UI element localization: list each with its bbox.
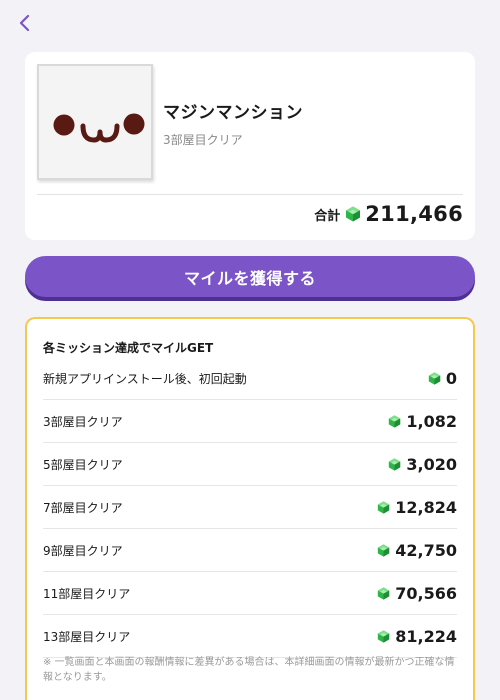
chevron-left-icon (19, 14, 30, 32)
mission-reward: 70,566 (395, 583, 457, 603)
mission-row: 5部屋目クリア 3,020 (43, 443, 457, 486)
total-value: 211,466 (365, 202, 463, 226)
mission-reward: 0 (445, 368, 457, 388)
kaomoji-face-icon (53, 113, 145, 143)
mission-reward: 3,020 (406, 454, 457, 474)
game-thumbnail (37, 64, 153, 180)
mission-reward: 81,224 (395, 626, 457, 646)
mission-row: 3部屋目クリア 1,082 (43, 400, 457, 443)
mission-heading: 各ミッション達成でマイルGET (43, 341, 214, 355)
mission-row: 11部屋目クリア 70,566 (43, 572, 457, 615)
total-miles: 合計 211,466 (314, 202, 463, 226)
disclaimer-note: ※ 一覧画面と本画面の報酬情報に差異がある場合は、本詳細画面の情報が最新かつ正確… (43, 657, 455, 683)
game-subtitle: 3部屋目クリア (163, 133, 243, 147)
mission-row: 13部屋目クリア 81,224 (43, 615, 457, 658)
mission-reward: 42,750 (395, 540, 457, 560)
green-gem-icon (428, 372, 441, 385)
total-label: 合計 (314, 208, 341, 224)
mission-label: 5部屋目クリア (43, 457, 123, 472)
mission-reward: 12,824 (395, 497, 457, 517)
game-title: マジンマンション (163, 103, 303, 123)
earn-miles-button[interactable]: マイルを獲得する (25, 256, 475, 297)
mission-reward: 1,082 (406, 411, 457, 431)
mission-label: 11部屋目クリア (43, 586, 131, 601)
mission-row: 新規アプリインストール後、初回起動 0 (43, 357, 457, 400)
green-gem-icon (345, 206, 361, 222)
back-button[interactable] (14, 12, 36, 34)
green-gem-icon (377, 587, 390, 600)
mission-row: 9部屋目クリア 42,750 (43, 529, 457, 572)
mission-list: 各ミッション達成でマイルGET 新規アプリインストール後、初回起動 0 3部屋目… (25, 317, 475, 700)
mission-label: 新規アプリインストール後、初回起動 (43, 371, 247, 386)
mission-label: 7部屋目クリア (43, 500, 123, 515)
mission-label: 3部屋目クリア (43, 414, 123, 429)
green-gem-icon (388, 458, 401, 471)
mission-label: 9部屋目クリア (43, 543, 123, 558)
mission-row: 7部屋目クリア 12,824 (43, 486, 457, 529)
green-gem-icon (388, 415, 401, 428)
divider (37, 194, 463, 195)
green-gem-icon (377, 501, 390, 514)
mission-label: 13部屋目クリア (43, 629, 131, 644)
green-gem-icon (377, 544, 390, 557)
game-card: マジンマンション 3部屋目クリア 合計 211,466 (25, 52, 475, 240)
green-gem-icon (377, 630, 390, 643)
